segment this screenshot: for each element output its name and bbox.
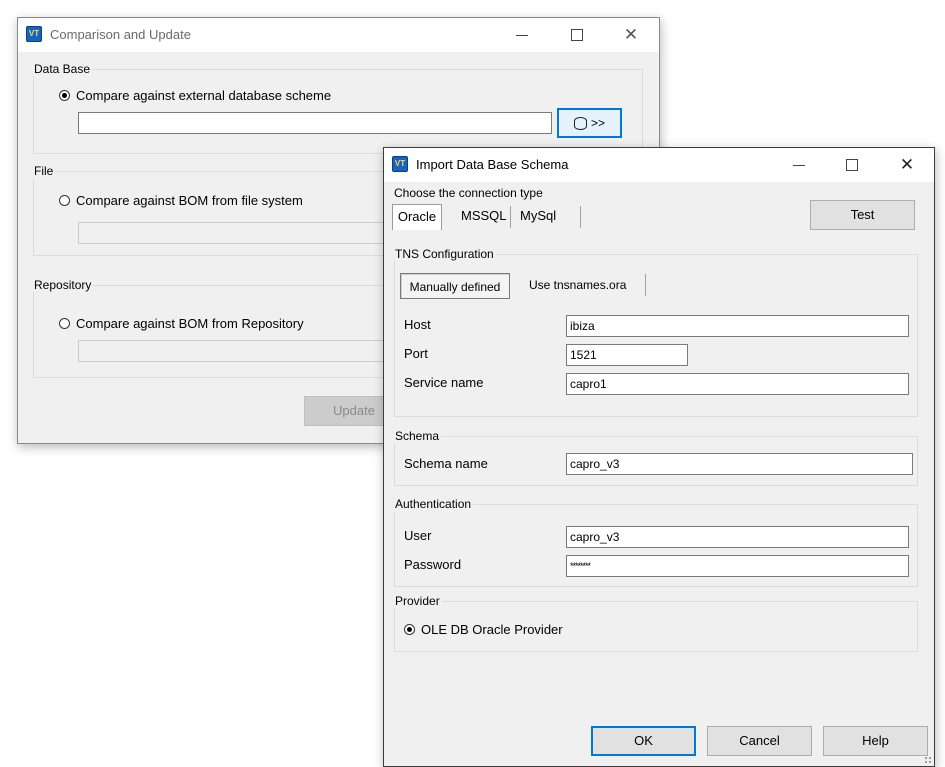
tab-mysql[interactable]: MySql [520,208,556,223]
file-radio[interactable] [59,195,70,206]
database-scheme-input[interactable] [78,112,552,134]
repository-group-legend: Repository [34,278,92,292]
tns-group-legend: TNS Configuration [395,247,494,261]
schema-name-label: Schema name [404,456,488,471]
resize-grip-icon[interactable] [924,756,932,764]
tab-separator [510,206,511,228]
schema-group-legend: Schema [395,429,440,443]
database-radio[interactable] [59,90,70,101]
tab-oracle[interactable]: Oracle [392,204,442,230]
help-button[interactable]: Help [823,726,928,756]
host-label: Host [404,317,431,332]
import-dialog-title: Import Data Base Schema [416,157,569,172]
subtab-manually-defined[interactable]: Manually defined [400,273,510,299]
port-input[interactable] [566,344,688,366]
host-input[interactable] [566,315,909,337]
password-label: Password [404,557,462,572]
database-icon [573,117,587,131]
provider-group-legend: Provider [395,594,440,608]
service-name-input[interactable] [566,373,909,395]
user-label: User [404,528,432,543]
provider-option-label: OLE DB Oracle Provider [421,622,563,637]
subtab-use-tnsnames[interactable]: Use tnsnames.ora [529,278,626,292]
maximize-icon[interactable] [829,148,875,182]
ok-button[interactable]: OK [591,726,696,756]
app-icon: VT [26,26,42,42]
import-title-bar[interactable]: VT Import Data Base Schema ✕ [384,148,934,182]
provider-radio[interactable] [404,624,415,635]
browse-label: >> [590,116,605,130]
comparison-window-title: Comparison and Update [50,27,191,42]
schema-name-input[interactable] [566,453,913,475]
subtab-separator [645,274,646,296]
app-icon: VT [392,156,408,172]
user-input[interactable] [566,526,909,548]
service-name-label: Service name [404,375,484,390]
file-group-legend: File [34,164,54,178]
tab-mssql[interactable]: MSSQL [461,208,507,223]
authentication-group-legend: Authentication [395,497,472,511]
file-option-label: Compare against BOM from file system [76,193,303,208]
minimize-icon[interactable] [499,18,545,52]
test-button[interactable]: Test [810,200,915,230]
connection-type-label: Choose the connection type [394,186,543,200]
close-icon[interactable]: ✕ [608,18,654,52]
tab-separator [580,206,581,228]
comparison-title-bar[interactable]: VT Comparison and Update ✕ [18,18,659,52]
compare-file-option[interactable]: Compare against BOM from file system [59,193,303,208]
cancel-button[interactable]: Cancel [707,726,812,756]
compare-database-option[interactable]: Compare against external database scheme [59,88,331,103]
maximize-icon[interactable] [554,18,600,52]
port-label: Port [404,346,428,361]
password-input[interactable] [566,555,909,577]
import-schema-dialog: VT Import Data Base Schema ✕ Choose the … [383,147,935,767]
compare-repository-option[interactable]: Compare against BOM from Repository [59,316,304,331]
database-group: Data Base [33,62,643,154]
minimize-icon[interactable] [776,148,822,182]
database-group-legend: Data Base [34,62,91,76]
close-icon[interactable]: ✕ [884,148,930,182]
database-option-label: Compare against external database scheme [76,88,332,103]
repository-radio[interactable] [59,318,70,329]
repository-option-label: Compare against BOM from Repository [76,316,304,331]
ole-db-provider-option[interactable]: OLE DB Oracle Provider [404,622,563,637]
browse-database-button[interactable]: >> [557,108,622,138]
